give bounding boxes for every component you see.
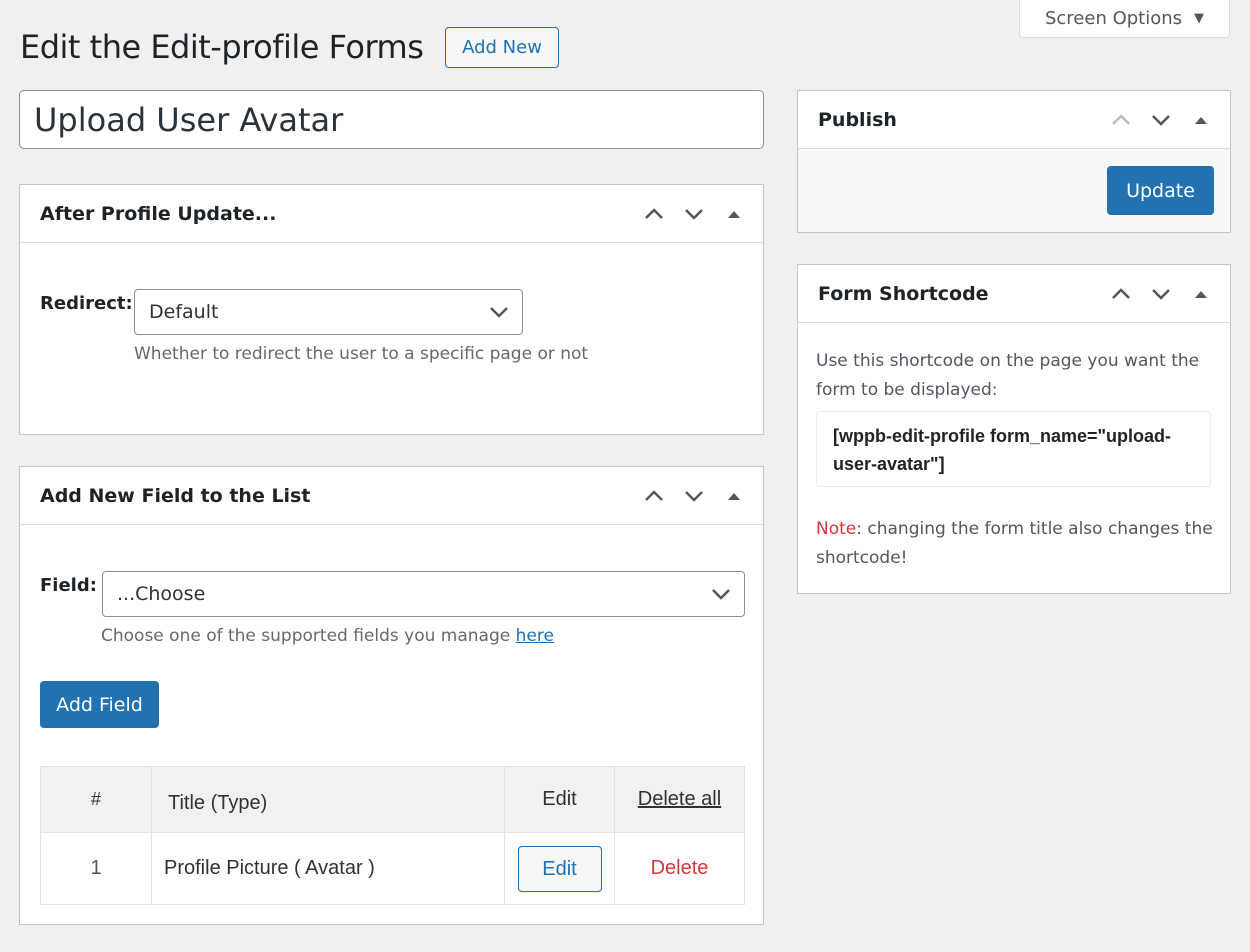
panel-title: After Profile Update... bbox=[40, 202, 277, 225]
add-field-panel: Add New Field to the List Field: ...Choo… bbox=[19, 466, 764, 925]
move-down-icon[interactable] bbox=[1150, 109, 1172, 131]
collapse-toggle-icon[interactable] bbox=[1190, 109, 1212, 131]
note-text: : changing the form title also changes t… bbox=[816, 519, 1213, 568]
redirect-description: Whether to redirect the user to a specif… bbox=[134, 344, 589, 364]
col-header-number: # bbox=[40, 766, 152, 833]
field-select[interactable]: ...Choose bbox=[102, 571, 745, 617]
row-number: 1 bbox=[40, 832, 152, 905]
note-label: Note bbox=[816, 519, 857, 539]
edit-field-button[interactable]: Edit bbox=[517, 845, 602, 892]
redirect-select[interactable]: Default bbox=[134, 289, 523, 335]
delete-all-link[interactable]: Delete all bbox=[614, 766, 745, 833]
move-up-icon[interactable] bbox=[1110, 109, 1132, 131]
add-field-button[interactable]: Add Field bbox=[40, 681, 159, 728]
screen-options-label: Screen Options bbox=[1044, 8, 1183, 29]
manage-fields-link[interactable]: here bbox=[516, 626, 554, 646]
add-new-button[interactable]: Add New bbox=[445, 27, 559, 68]
collapse-toggle-icon[interactable] bbox=[1190, 283, 1212, 305]
form-shortcode-panel: Form Shortcode Use this shortcode on the… bbox=[797, 264, 1231, 594]
caret-down-icon: ▼ bbox=[1194, 11, 1205, 26]
publish-panel: Publish Update bbox=[797, 90, 1231, 233]
col-header-edit: Edit bbox=[504, 766, 615, 833]
update-button[interactable]: Update bbox=[1107, 166, 1214, 215]
screen-options-button[interactable]: Screen Options ▼ bbox=[1019, 0, 1230, 38]
move-up-icon[interactable] bbox=[643, 485, 665, 507]
fields-table: # Title (Type) Edit Delete all 1 Profile… bbox=[40, 766, 745, 905]
chevron-down-icon bbox=[488, 301, 510, 323]
delete-field-link[interactable]: Delete bbox=[614, 832, 745, 905]
move-down-icon[interactable] bbox=[1150, 283, 1172, 305]
move-up-icon[interactable] bbox=[643, 203, 665, 225]
page-title: Edit the Edit-profile Forms bbox=[20, 28, 424, 66]
collapse-toggle-icon[interactable] bbox=[723, 485, 745, 507]
table-row: 1 Profile Picture ( Avatar ) Edit Delete bbox=[40, 832, 745, 905]
col-header-title: Title (Type) bbox=[151, 766, 505, 833]
form-title-input[interactable]: Upload User Avatar bbox=[19, 90, 764, 149]
field-value: ...Choose bbox=[117, 583, 206, 605]
collapse-toggle-icon[interactable] bbox=[723, 203, 745, 225]
chevron-down-icon bbox=[710, 583, 732, 605]
shortcode-code[interactable]: [wppb-edit-profile form_name="upload-use… bbox=[816, 411, 1211, 487]
shortcode-description: Use this shortcode on the page you want … bbox=[816, 351, 1200, 400]
redirect-label: Redirect: bbox=[40, 293, 133, 314]
field-description: Choose one of the supported fields you m… bbox=[101, 626, 511, 646]
move-down-icon[interactable] bbox=[683, 203, 705, 225]
panel-title: Form Shortcode bbox=[818, 282, 989, 305]
panel-title: Add New Field to the List bbox=[40, 484, 311, 507]
redirect-value: Default bbox=[149, 301, 219, 323]
panel-title: Publish bbox=[818, 108, 897, 131]
field-label: Field: bbox=[40, 575, 97, 596]
row-title: Profile Picture ( Avatar ) bbox=[151, 832, 505, 905]
move-up-icon[interactable] bbox=[1110, 283, 1132, 305]
after-profile-update-panel: After Profile Update... Redirect: Defaul… bbox=[19, 184, 764, 435]
move-down-icon[interactable] bbox=[683, 485, 705, 507]
